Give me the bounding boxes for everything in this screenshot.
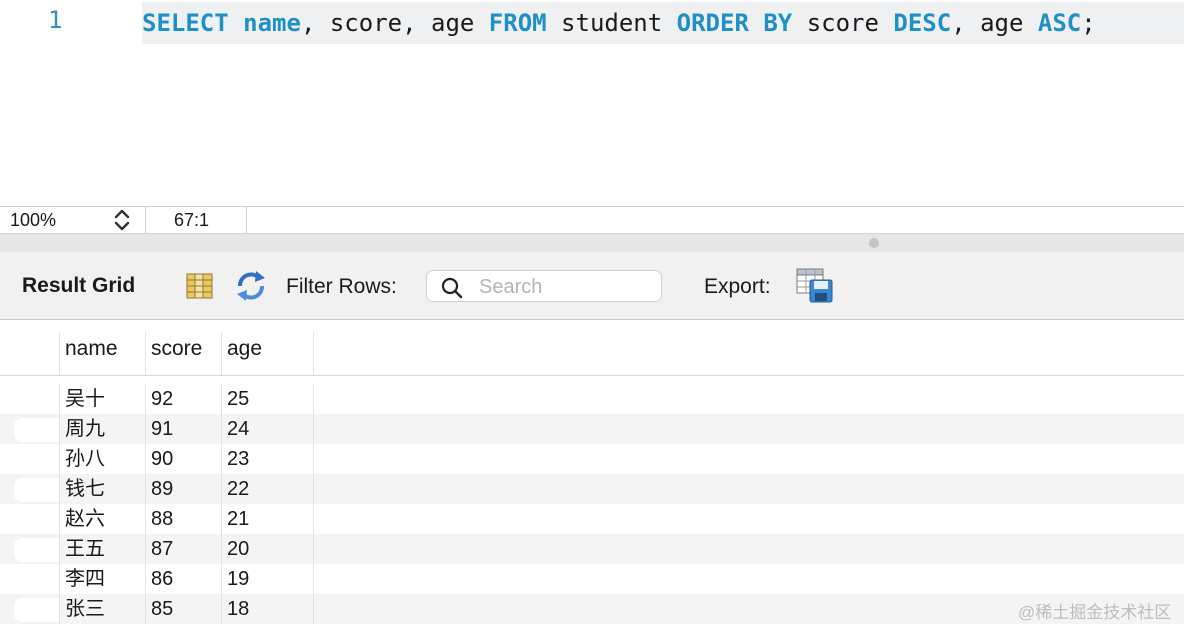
cell-age[interactable]: 19	[221, 564, 313, 594]
cell-score[interactable]: 85	[145, 594, 221, 624]
cursor-position: 67:1	[174, 210, 210, 230]
sql-keyword-token: SELECT	[142, 9, 229, 37]
sql-text-token: score	[792, 9, 894, 37]
cell-name[interactable]: 周九	[59, 414, 145, 444]
sql-keyword-token: DESC	[893, 9, 952, 37]
result-grid[interactable]: name score age 吴十 92 25 周九 91 24 孙八 90 2…	[0, 320, 1184, 626]
grid-header: name score age	[0, 332, 1184, 376]
cell-name[interactable]: 王五	[59, 534, 145, 564]
search-input[interactable]	[477, 274, 657, 300]
sql-text-token: , score, age	[300, 9, 489, 37]
cell-age[interactable]: 20	[221, 534, 313, 564]
line-number: 1	[48, 6, 63, 34]
status-separator	[246, 207, 247, 234]
result-toolbar: Result Grid Filter Rows: Export:	[0, 252, 1184, 320]
sql-text-token: , age	[951, 9, 1038, 37]
export-table-disk-icon[interactable]	[796, 268, 834, 309]
cell-age[interactable]: 18	[221, 594, 313, 624]
updown-chevron-icon[interactable]	[112, 208, 132, 232]
editor-status-bar: 100% 67:1	[0, 206, 1184, 234]
search-icon	[441, 277, 463, 299]
sql-keyword-token: ORDER	[676, 9, 749, 37]
row-selector[interactable]	[14, 418, 59, 442]
table-row[interactable]: 周九 91 24	[0, 414, 1184, 444]
row-selector[interactable]	[14, 388, 59, 412]
sql-text-token	[229, 9, 243, 37]
cell-name[interactable]: 张三	[59, 594, 145, 624]
sql-editor[interactable]: 1 SELECT name, score, age FROM student O…	[0, 0, 1184, 206]
row-filler	[313, 414, 1184, 444]
sql-keyword-token: BY	[763, 9, 793, 37]
row-filler	[313, 384, 1184, 414]
cell-age[interactable]: 21	[221, 504, 313, 534]
row-filler	[313, 444, 1184, 474]
grid-rows: 吴十 92 25 周九 91 24 孙八 90 23 钱七 89 22 赵六 8…	[0, 384, 1184, 624]
cell-age[interactable]: 23	[221, 444, 313, 474]
column-header-score[interactable]: score	[145, 332, 221, 375]
cell-name[interactable]: 吴十	[59, 384, 145, 414]
cell-score[interactable]: 86	[145, 564, 221, 594]
cell-name[interactable]: 孙八	[59, 444, 145, 474]
result-grid-title: Result Grid	[22, 274, 136, 297]
refresh-arrows-icon[interactable]	[234, 270, 268, 307]
row-selector[interactable]	[14, 568, 59, 592]
table-row[interactable]: 孙八 90 23	[0, 444, 1184, 474]
sql-keyword-token: ASC	[1037, 9, 1082, 37]
row-filler	[313, 474, 1184, 504]
table-row[interactable]: 王五 87 20	[0, 534, 1184, 564]
zoom-level: 100%	[10, 210, 57, 230]
sql-code-line[interactable]: SELECT name, score, age FROM student ORD…	[142, 2, 1184, 44]
row-selector[interactable]	[14, 448, 59, 472]
cell-score[interactable]: 90	[145, 444, 221, 474]
cell-score[interactable]: 89	[145, 474, 221, 504]
table-row[interactable]: 张三 85 18	[0, 594, 1184, 624]
cell-name[interactable]: 李四	[59, 564, 145, 594]
row-filler	[313, 504, 1184, 534]
filter-rows-label: Filter Rows:	[286, 275, 397, 298]
sql-keyword-token: FROM	[488, 9, 547, 37]
cell-age[interactable]: 22	[221, 474, 313, 504]
cell-age[interactable]: 24	[221, 414, 313, 444]
status-separator	[145, 207, 146, 234]
cell-name[interactable]: 钱七	[59, 474, 145, 504]
splitter-handle[interactable]	[869, 238, 879, 248]
row-filler	[313, 534, 1184, 564]
table-row[interactable]: 李四 86 19	[0, 564, 1184, 594]
cell-score[interactable]: 92	[145, 384, 221, 414]
column-header-age[interactable]: age	[221, 332, 313, 375]
sql-text-token: student	[546, 9, 677, 37]
grid-columns-icon[interactable]	[186, 272, 214, 305]
cell-score[interactable]: 87	[145, 534, 221, 564]
table-row[interactable]: 钱七 89 22	[0, 474, 1184, 504]
sql-keyword-token: name	[243, 9, 301, 37]
table-row[interactable]: 赵六 88 21	[0, 504, 1184, 534]
sql-text-token: ;	[1081, 9, 1096, 37]
export-label: Export:	[704, 275, 771, 298]
row-selector[interactable]	[14, 538, 59, 562]
column-header-empty	[313, 332, 1184, 375]
row-filler	[313, 564, 1184, 594]
row-selector[interactable]	[14, 478, 59, 502]
sql-text-token	[749, 9, 763, 37]
pane-splitter[interactable]	[0, 234, 1184, 252]
row-selector[interactable]	[14, 508, 59, 532]
cell-name[interactable]: 赵六	[59, 504, 145, 534]
cell-score[interactable]: 91	[145, 414, 221, 444]
filter-search-box[interactable]	[426, 270, 662, 302]
watermark: @稀土掘金技术社区	[1018, 603, 1172, 622]
cell-age[interactable]: 25	[221, 384, 313, 414]
table-row[interactable]: 吴十 92 25	[0, 384, 1184, 414]
cell-score[interactable]: 88	[145, 504, 221, 534]
column-header-name[interactable]: name	[59, 332, 145, 375]
row-selector[interactable]	[14, 598, 59, 622]
